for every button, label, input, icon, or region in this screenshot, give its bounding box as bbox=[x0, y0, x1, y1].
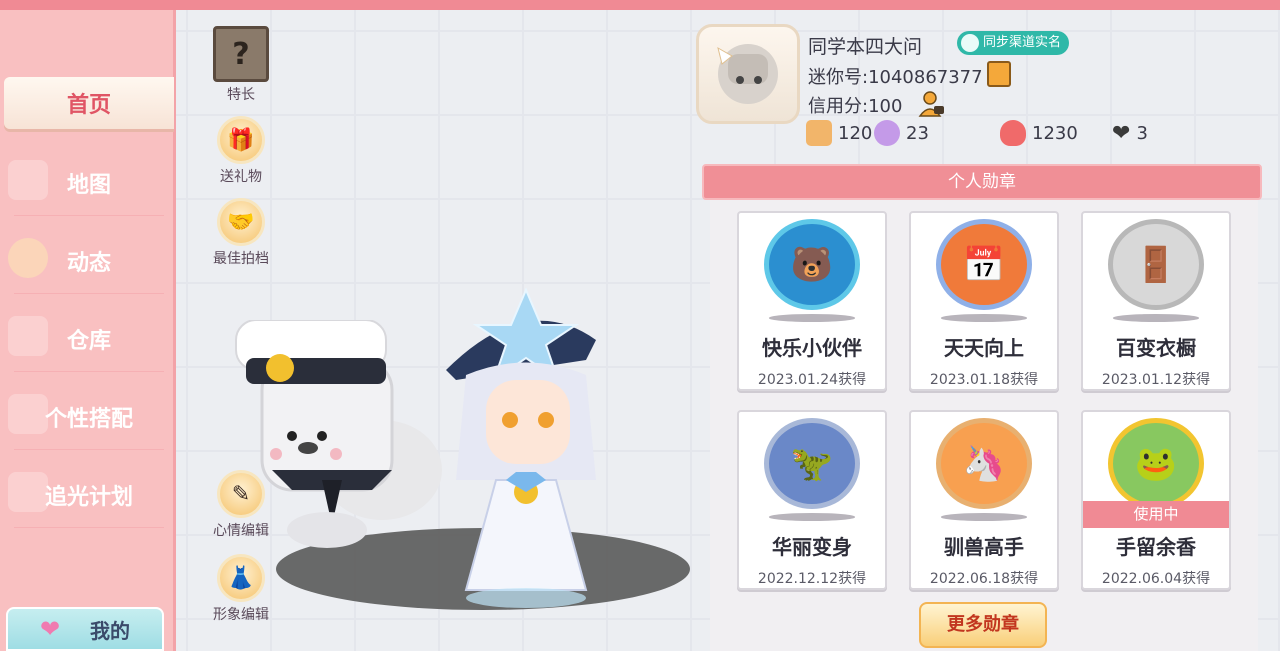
stat-hearts: ❤ 3 bbox=[1112, 118, 1148, 148]
medal-base bbox=[769, 513, 855, 521]
medal-date: 2023.01.12获得 bbox=[1101, 372, 1211, 388]
nav-item-home[interactable]: 首页 bbox=[4, 77, 174, 129]
mini-id: 迷你号:1040867377 bbox=[808, 67, 983, 88]
medal-header: 个人勋章 bbox=[702, 164, 1262, 200]
wardrobe-medal-icon: 🚪 bbox=[1108, 219, 1204, 311]
main-panel: ? 特长 🎁 送礼物 🤝 最佳拍档 ✎ 心情编辑 👗 形象编辑 同学本四大问 同… bbox=[176, 10, 1280, 651]
dress-icon: 👗 bbox=[217, 554, 265, 602]
best-partner-label: 最佳拍档 bbox=[213, 251, 269, 267]
medal-base bbox=[941, 314, 1027, 322]
gift-icon: 🎁 bbox=[217, 116, 265, 164]
stat-likes-value: 120 bbox=[838, 122, 873, 144]
medal-name: 百变衣橱 bbox=[1116, 336, 1196, 360]
medal-card[interactable]: 🚪 百变衣橱 2023.01.12获得 bbox=[1081, 211, 1231, 391]
medal-date: 2022.06.18获得 bbox=[929, 571, 1039, 587]
best-partner-button[interactable]: 🤝 最佳拍档 bbox=[205, 198, 277, 268]
medal-card[interactable]: 🐸 手留余香 2022.06.04获得 使用中 bbox=[1081, 410, 1231, 590]
medal-card[interactable]: 🦄 驯兽高手 2022.06.18获得 bbox=[909, 410, 1059, 590]
medal-card[interactable]: 🦖 华丽变身 2022.12.12获得 bbox=[737, 410, 887, 590]
medal-name: 手留余香 bbox=[1116, 535, 1196, 559]
sidebar: 首页 地图 动态 仓库 个性搭配 追光计划 bbox=[0, 10, 176, 651]
calendar-medal-icon: 📅 bbox=[936, 219, 1032, 311]
medal-name: 华丽变身 bbox=[772, 535, 852, 559]
hearts-icon: ❤ bbox=[1112, 120, 1131, 146]
medal-date: 2023.01.24获得 bbox=[757, 372, 867, 388]
real-name-badge[interactable]: 同步渠道实名 bbox=[957, 31, 1070, 55]
cheer-icon bbox=[874, 120, 900, 146]
handshake-icon: 🤝 bbox=[217, 198, 265, 246]
medal-base bbox=[941, 513, 1027, 521]
nav-item-feed[interactable]: 动态 bbox=[14, 228, 164, 294]
stat-hearts-value: 3 bbox=[1136, 122, 1148, 144]
profile-name: 同学本四大问 bbox=[808, 36, 923, 58]
avatar-portrait bbox=[717, 44, 778, 104]
nav-item-warehouse[interactable]: 仓库 bbox=[14, 306, 164, 372]
look-edit-button[interactable]: 👗 形象编辑 bbox=[205, 554, 277, 624]
bear-medal-icon: 🐻 bbox=[764, 219, 860, 311]
nav-item-map[interactable]: 地图 bbox=[14, 150, 164, 216]
medal-card[interactable]: 📅 天天向上 2023.01.18获得 bbox=[909, 211, 1059, 391]
stat-cheer: 23 bbox=[874, 118, 929, 148]
nav-item-light-plan[interactable]: 追光计划 bbox=[14, 462, 164, 528]
stat-heat-value: 1230 bbox=[1032, 122, 1078, 144]
medal-name: 驯兽高手 bbox=[944, 535, 1024, 559]
talent-label: 特长 bbox=[227, 87, 255, 103]
in-use-badge: 使用中 bbox=[1083, 501, 1229, 528]
friend-icon[interactable] bbox=[918, 90, 946, 118]
heart-icon: ❤ bbox=[39, 615, 61, 643]
horse-medal-icon: 🦄 bbox=[936, 418, 1032, 510]
credit-score: 信用分:100 bbox=[808, 96, 903, 117]
medal-base bbox=[1113, 314, 1199, 322]
copy-icon[interactable] bbox=[987, 61, 1011, 87]
nav-item-outfit[interactable]: 个性搭配 bbox=[14, 384, 164, 450]
profile-avatar[interactable] bbox=[696, 24, 800, 124]
look-edit-label: 形象编辑 bbox=[213, 607, 269, 623]
gift-button[interactable]: 🎁 送礼物 bbox=[205, 116, 277, 186]
stat-likes: 120 bbox=[806, 118, 872, 148]
flame-icon bbox=[1000, 120, 1026, 146]
nav-mine-label: 我的 bbox=[90, 618, 131, 643]
gift-label: 送礼物 bbox=[220, 169, 262, 185]
frog-medal-icon: 🐸 bbox=[1108, 418, 1204, 510]
nav-mine-button[interactable]: ❤ 我的 bbox=[6, 607, 164, 651]
question-icon: ? bbox=[213, 26, 269, 82]
player-avatar[interactable] bbox=[426, 280, 626, 610]
talent-button[interactable]: ? 特长 bbox=[205, 26, 277, 104]
more-medals-button[interactable]: 更多勋章 bbox=[919, 602, 1047, 648]
medal-date: 2022.06.04获得 bbox=[1101, 571, 1211, 587]
medal-date: 2022.12.12获得 bbox=[757, 571, 867, 587]
medal-date: 2023.01.18获得 bbox=[929, 372, 1039, 388]
medal-name: 天天向上 bbox=[944, 336, 1024, 360]
medal-base bbox=[769, 314, 855, 322]
stat-heat: 1230 bbox=[1000, 118, 1078, 148]
seal-pet[interactable] bbox=[232, 320, 452, 550]
dino-medal-icon: 🦖 bbox=[764, 418, 860, 510]
stat-cheer-value: 23 bbox=[906, 122, 929, 144]
top-bar bbox=[0, 0, 1280, 10]
medal-name: 快乐小伙伴 bbox=[762, 336, 862, 360]
medal-card[interactable]: 🐻 快乐小伙伴 2023.01.24获得 bbox=[737, 211, 887, 391]
plus-flag-icon bbox=[806, 120, 832, 146]
